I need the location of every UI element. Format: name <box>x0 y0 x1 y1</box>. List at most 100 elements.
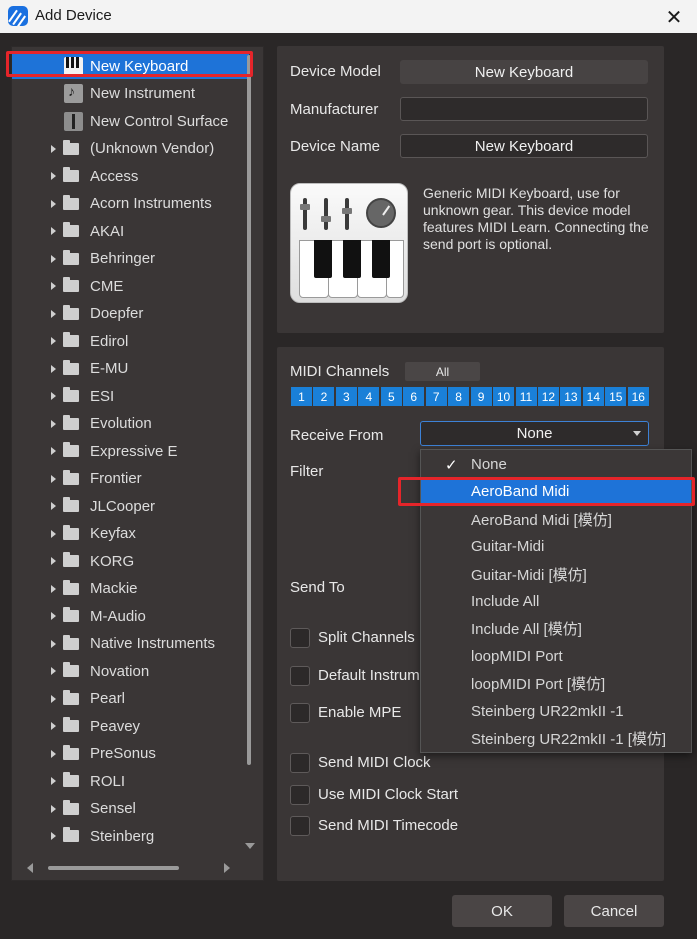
tree-item-vendor[interactable]: Novation <box>12 658 249 684</box>
all-channels-button[interactable]: All <box>405 362 480 381</box>
channel-toggle[interactable]: 8 <box>448 387 470 406</box>
expand-arrow-icon[interactable] <box>51 804 56 813</box>
tree-item-vendor[interactable]: Sensel <box>12 796 249 822</box>
expand-arrow-icon[interactable] <box>51 364 56 373</box>
tree-item-vendor[interactable]: Expressive E <box>12 438 249 464</box>
receive-from-select[interactable]: None <box>420 421 649 446</box>
scroll-down-icon[interactable] <box>245 843 255 849</box>
tree-item-vendor[interactable]: ESI <box>12 383 249 409</box>
tree-item-vendor[interactable]: E-MU <box>12 356 249 382</box>
close-icon[interactable]: ✕ <box>651 0 697 33</box>
expand-arrow-icon[interactable] <box>51 529 56 538</box>
tree-item-special[interactable]: New Instrument <box>12 81 249 107</box>
tree-item-vendor[interactable]: (Unknown Vendor) <box>12 136 249 162</box>
dropdown-option[interactable]: AeroBand Midi [模仿] <box>421 506 691 533</box>
device-tree[interactable]: New Keyboard New Instrument New Control Su… <box>11 46 264 881</box>
tree-item-vendor[interactable]: Access <box>12 163 249 189</box>
tree-item-vendor[interactable]: Behringer <box>12 246 249 272</box>
channel-toggle[interactable]: 4 <box>358 387 380 406</box>
device-model-field[interactable]: New Keyboard <box>400 60 648 84</box>
tree-item-vendor[interactable]: AKAI <box>12 218 249 244</box>
tree-item-vendor[interactable]: Edirol <box>12 328 249 354</box>
tree-item-vendor[interactable]: Evolution <box>12 411 249 437</box>
expand-arrow-icon[interactable] <box>51 282 56 290</box>
expand-arrow-icon[interactable] <box>51 694 56 703</box>
expand-arrow-icon[interactable] <box>51 254 56 263</box>
expand-arrow-icon[interactable] <box>51 227 56 235</box>
dropdown-option[interactable]: Steinberg UR22mkII -1 [模仿] <box>421 725 691 752</box>
expand-arrow-icon[interactable] <box>51 667 56 675</box>
expand-arrow-icon[interactable] <box>51 199 56 208</box>
channel-toggle[interactable]: 2 <box>313 387 335 406</box>
horizontal-scrollbar[interactable] <box>48 866 179 870</box>
channel-toggle[interactable]: 15 <box>605 387 627 406</box>
tree-item-vendor[interactable]: KORG <box>12 548 249 574</box>
send-midi-clock-checkbox[interactable] <box>290 753 310 773</box>
expand-arrow-icon[interactable] <box>51 584 56 593</box>
dropdown-option[interactable]: loopMIDI Port <box>421 643 691 670</box>
channel-toggle[interactable]: 5 <box>380 387 402 406</box>
dropdown-option[interactable]: Guitar-Midi <box>421 533 691 560</box>
channel-toggle[interactable]: 14 <box>582 387 604 406</box>
expand-arrow-icon[interactable] <box>51 447 56 455</box>
tree-item-vendor[interactable]: ROLI <box>12 768 249 794</box>
channel-toggle[interactable]: 10 <box>493 387 515 406</box>
tree-item-vendor[interactable]: Keyfax <box>12 521 249 547</box>
channel-toggle[interactable]: 9 <box>470 387 492 406</box>
ok-button[interactable]: OK <box>452 895 552 927</box>
dropdown-option[interactable]: Steinberg UR22mkII -1 <box>421 698 691 725</box>
tree-item-vendor[interactable]: Frontier <box>12 466 249 492</box>
tree-item-vendor[interactable]: JLCooper <box>12 493 249 519</box>
channel-toggle[interactable]: 6 <box>403 387 425 406</box>
enable-mpe-checkbox[interactable] <box>290 703 310 723</box>
channel-toggle[interactable]: 16 <box>627 387 649 406</box>
expand-arrow-icon[interactable] <box>51 612 56 620</box>
channel-toggle[interactable]: 13 <box>560 387 582 406</box>
expand-arrow-icon[interactable] <box>51 777 56 785</box>
expand-arrow-icon[interactable] <box>51 337 56 345</box>
split-channels-checkbox[interactable] <box>290 628 310 648</box>
expand-arrow-icon[interactable] <box>51 309 56 318</box>
expand-arrow-icon[interactable] <box>51 144 56 153</box>
channel-toggle[interactable]: 7 <box>425 387 447 406</box>
expand-arrow-icon[interactable] <box>51 392 56 400</box>
expand-arrow-icon[interactable] <box>51 419 56 428</box>
tree-item-vendor[interactable]: Peavey <box>12 713 249 739</box>
tree-item-vendor[interactable]: Steinberg <box>12 823 249 849</box>
channel-toggle[interactable]: 1 <box>291 387 312 406</box>
expand-arrow-icon[interactable] <box>51 502 56 510</box>
scroll-right-icon[interactable] <box>224 863 230 873</box>
tree-item-special[interactable]: New Control Surface <box>12 108 249 134</box>
scroll-left-icon[interactable] <box>27 863 33 873</box>
tree-item-vendor[interactable]: Doepfer <box>12 301 249 327</box>
channel-toggle[interactable]: 3 <box>335 387 357 406</box>
use-midi-clock-start-checkbox[interactable] <box>290 785 310 805</box>
tree-item-vendor[interactable]: Native Instruments <box>12 631 249 657</box>
vertical-scrollbar[interactable] <box>247 55 251 765</box>
tree-item-vendor[interactable]: CME <box>12 273 249 299</box>
expand-arrow-icon[interactable] <box>51 639 56 648</box>
cancel-button[interactable]: Cancel <box>564 895 664 927</box>
manufacturer-field[interactable] <box>400 97 648 121</box>
expand-arrow-icon[interactable] <box>51 557 56 565</box>
dropdown-option[interactable]: ✓ None <box>421 451 691 478</box>
dropdown-option[interactable]: Include All [模仿] <box>421 615 691 642</box>
expand-arrow-icon[interactable] <box>51 172 56 180</box>
expand-arrow-icon[interactable] <box>51 722 56 730</box>
tree-item-vendor[interactable]: Mackie <box>12 576 249 602</box>
expand-arrow-icon[interactable] <box>51 749 56 758</box>
send-midi-timecode-checkbox[interactable] <box>290 816 310 836</box>
tree-item-vendor[interactable]: PreSonus <box>12 741 249 767</box>
channel-toggle[interactable]: 12 <box>537 387 559 406</box>
dropdown-option[interactable]: Include All <box>421 588 691 615</box>
device-name-field[interactable]: New Keyboard <box>400 134 648 158</box>
tree-item-special[interactable]: New Keyboard <box>12 53 249 79</box>
tree-item-vendor[interactable]: Pearl <box>12 686 249 712</box>
tree-item-vendor[interactable]: M-Audio <box>12 603 249 629</box>
expand-arrow-icon[interactable] <box>51 474 56 483</box>
dropdown-option[interactable]: loopMIDI Port [模仿] <box>421 670 691 697</box>
tree-item-vendor[interactable]: Acorn Instruments <box>12 191 249 217</box>
receive-from-dropdown[interactable]: ✓ None AeroBand Midi AeroBand Midi [模仿] Guit… <box>420 449 692 753</box>
channel-toggle[interactable]: 11 <box>515 387 537 406</box>
default-instrument-checkbox[interactable] <box>290 666 310 686</box>
